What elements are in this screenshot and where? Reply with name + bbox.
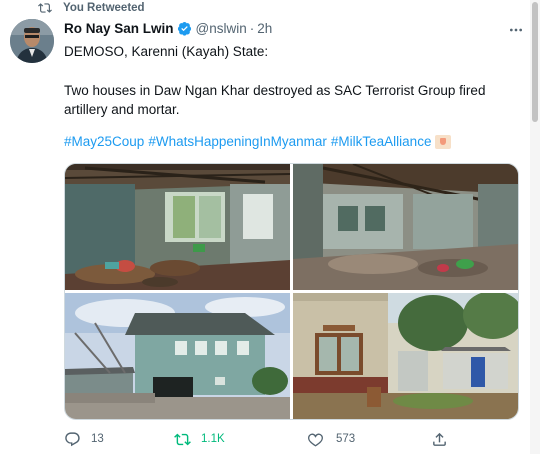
media-photo[interactable] xyxy=(293,293,518,419)
retweet-icon xyxy=(174,433,191,445)
avatar[interactable] xyxy=(10,19,54,63)
scrollbar[interactable] xyxy=(530,0,540,454)
scrollbar-thumb[interactable] xyxy=(532,2,538,122)
retweet-indicator-label: You Retweeted xyxy=(63,2,145,14)
hashtag-row: #May25Coup #WhatsHappeningInMyanmar #Mil… xyxy=(64,134,452,149)
collapsed-roof-photo xyxy=(293,164,518,290)
tweet-text-line-1: DEMOSO, Karenni (Kayah) State: xyxy=(64,44,269,59)
retweet-count: 1.1K xyxy=(201,433,225,445)
tweet-header: Ro Nay San Lwin @nslwin · 2h xyxy=(64,21,272,36)
share-button[interactable] xyxy=(431,429,448,449)
damaged-interior-photo xyxy=(65,164,290,290)
media-photo[interactable] xyxy=(65,164,290,290)
retweet-icon xyxy=(38,3,52,13)
tweet-timestamp[interactable]: 2h xyxy=(257,21,272,36)
verified-badge-icon xyxy=(177,22,191,36)
avatar-image xyxy=(10,19,54,63)
more-options-button[interactable] xyxy=(506,20,526,40)
author-handle[interactable]: @nslwin xyxy=(196,21,247,36)
header-separator: · xyxy=(249,21,255,36)
hashtag-link[interactable]: #WhatsHappeningInMyanmar xyxy=(148,134,327,149)
reply-button[interactable]: 13 xyxy=(64,429,104,449)
hashtag-link[interactable]: #May25Coup xyxy=(64,134,144,149)
author-name[interactable]: Ro Nay San Lwin xyxy=(64,21,174,36)
tweet-text-line-2: Two houses in Daw Ngan Khar destroyed as… xyxy=(64,83,486,117)
house-doorway-photo xyxy=(293,293,518,419)
heart-icon xyxy=(308,432,323,447)
share-icon xyxy=(433,432,446,446)
hashtag-link[interactable]: #MilkTeaAlliance xyxy=(331,134,432,149)
like-button[interactable]: 573 xyxy=(307,429,355,449)
media-grid xyxy=(64,163,519,420)
house-exterior-photo xyxy=(65,293,290,419)
reply-icon xyxy=(65,431,80,446)
tweet-actions: 13 1.1K 573 xyxy=(64,429,516,449)
like-count: 573 xyxy=(336,433,356,445)
retweet-button[interactable]: 1.1K xyxy=(174,429,225,449)
media-photo[interactable] xyxy=(65,293,290,419)
retweet-indicator: You Retweeted xyxy=(38,0,145,16)
reply-count: 13 xyxy=(91,433,104,445)
tweet-card[interactable]: You Retweeted Ro Nay San Lwin @nslwin · … xyxy=(0,0,528,454)
milk-tea-emoji-icon xyxy=(435,134,452,149)
more-dots-icon xyxy=(510,28,522,32)
media-photo[interactable] xyxy=(293,164,518,290)
